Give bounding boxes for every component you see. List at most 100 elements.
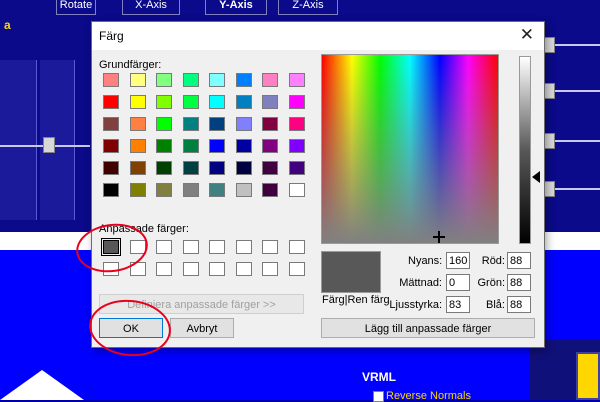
left-panel xyxy=(0,60,37,220)
dialog-title: Färg xyxy=(99,29,124,43)
basic-color-swatch[interactable] xyxy=(182,73,199,87)
basic-color-swatch[interactable] xyxy=(182,183,199,197)
custom-colors-label: Anpassade färger: xyxy=(99,223,189,235)
basic-color-swatch[interactable] xyxy=(262,161,278,175)
cancel-button[interactable]: Avbryt xyxy=(170,318,234,338)
basic-color-swatch[interactable] xyxy=(209,161,225,175)
y-axis-button[interactable]: Y-Axis xyxy=(205,0,267,15)
define-custom-colors-button[interactable]: Definiera anpassade färger >> xyxy=(99,294,304,314)
basic-color-swatch[interactable] xyxy=(103,117,119,131)
vrml-flag-icon xyxy=(576,352,600,400)
basic-color-swatch[interactable] xyxy=(156,183,172,197)
basic-color-swatch[interactable] xyxy=(235,161,252,175)
basic-color-swatch[interactable] xyxy=(262,117,278,131)
basic-color-swatch[interactable] xyxy=(288,161,305,175)
basic-color-swatch[interactable] xyxy=(182,139,199,153)
basic-color-swatch[interactable] xyxy=(156,139,172,153)
basic-color-swatch[interactable] xyxy=(262,183,278,197)
red-field[interactable]: 88 xyxy=(507,252,531,269)
basic-color-swatch[interactable] xyxy=(129,183,146,197)
custom-color-slot[interactable] xyxy=(235,240,252,254)
rotate-button[interactable]: Rotate xyxy=(56,0,96,15)
basic-color-swatch[interactable] xyxy=(262,139,278,153)
custom-color-slot[interactable] xyxy=(156,240,172,254)
custom-color-slot[interactable] xyxy=(262,262,278,276)
hue-label: Nyans: xyxy=(408,255,443,267)
custom-color-slot[interactable] xyxy=(209,262,225,276)
add-custom-colors-button[interactable]: Lägg till anpassade färger xyxy=(321,318,535,338)
basic-color-swatch[interactable] xyxy=(209,139,225,153)
basic-color-swatch[interactable] xyxy=(182,95,199,109)
green-label: Grön: xyxy=(477,277,505,289)
luminance-bar[interactable] xyxy=(519,56,531,244)
saturation-label: Mättnad: xyxy=(399,277,442,289)
blue-field[interactable]: 88 xyxy=(507,296,531,313)
custom-color-slot[interactable] xyxy=(288,262,305,276)
basic-color-swatch[interactable] xyxy=(103,161,119,175)
basic-colors-label: Grundfärger: xyxy=(99,59,162,71)
custom-color-slot[interactable] xyxy=(209,240,225,254)
custom-color-slot[interactable] xyxy=(235,262,252,276)
custom-color-slot[interactable] xyxy=(101,238,121,256)
basic-color-swatch[interactable] xyxy=(262,73,278,87)
custom-color-slot[interactable] xyxy=(288,240,305,254)
basic-color-swatch[interactable] xyxy=(288,95,305,109)
close-icon[interactable]: ✕ xyxy=(520,25,534,45)
left-slider-handle[interactable] xyxy=(43,137,55,153)
basic-color-swatch[interactable] xyxy=(288,117,305,131)
blue-label: Blå: xyxy=(486,299,505,311)
hue-field[interactable]: 160 xyxy=(446,252,470,269)
basic-color-swatch[interactable] xyxy=(103,139,119,153)
basic-color-swatch[interactable] xyxy=(209,183,225,197)
custom-color-slot[interactable] xyxy=(129,240,146,254)
basic-color-swatch[interactable] xyxy=(103,95,119,109)
basic-color-swatch[interactable] xyxy=(156,161,172,175)
basic-color-swatch[interactable] xyxy=(129,73,146,87)
custom-color-slot[interactable] xyxy=(129,262,146,276)
basic-color-swatch[interactable] xyxy=(235,117,252,131)
basic-color-swatch[interactable] xyxy=(288,139,305,153)
basic-color-swatch[interactable] xyxy=(129,161,146,175)
z-axis-button[interactable]: Z-Axis xyxy=(278,0,338,15)
crosshair-icon[interactable] xyxy=(433,231,445,243)
basic-color-swatch[interactable] xyxy=(156,117,172,131)
basic-color-swatch[interactable] xyxy=(156,95,172,109)
basic-color-swatch[interactable] xyxy=(235,73,252,87)
viewport-shape xyxy=(0,370,84,400)
color-spectrum[interactable] xyxy=(321,54,499,244)
basic-color-swatch[interactable] xyxy=(103,73,119,87)
custom-color-slot[interactable] xyxy=(182,240,199,254)
basic-color-swatch[interactable] xyxy=(288,183,305,197)
red-label: Röd: xyxy=(481,255,505,267)
basic-color-swatch[interactable] xyxy=(129,139,146,153)
basic-color-swatch[interactable] xyxy=(235,139,252,153)
dialog-titlebar[interactable]: Färg ✕ xyxy=(92,22,544,50)
basic-color-swatch[interactable] xyxy=(182,117,199,131)
saturation-field[interactable]: 0 xyxy=(446,274,470,291)
custom-color-slot[interactable] xyxy=(182,262,199,276)
reverse-normals-checkbox[interactable] xyxy=(373,391,384,402)
basic-color-swatch[interactable] xyxy=(209,117,225,131)
basic-color-swatch[interactable] xyxy=(235,183,252,197)
basic-color-swatch[interactable] xyxy=(288,73,305,87)
basic-color-swatch[interactable] xyxy=(103,183,119,197)
green-field[interactable]: 88 xyxy=(507,274,531,291)
basic-color-swatch[interactable] xyxy=(156,73,172,87)
basic-color-swatch[interactable] xyxy=(129,117,146,131)
color-dialog: Färg ✕ Grundfärger: Anpassade färger: De… xyxy=(91,21,545,348)
luminance-field[interactable]: 83 xyxy=(446,296,470,313)
basic-color-swatch[interactable] xyxy=(209,73,225,87)
custom-color-slot[interactable] xyxy=(262,240,278,254)
vrml-heading: VRML xyxy=(362,370,396,384)
x-axis-button[interactable]: X-Axis xyxy=(122,0,180,15)
custom-color-slot[interactable] xyxy=(156,262,172,276)
luminance-arrow-icon[interactable] xyxy=(532,171,540,183)
basic-color-swatch[interactable] xyxy=(235,95,252,109)
preview-label: Färg|Ren färg xyxy=(322,294,390,306)
basic-color-swatch[interactable] xyxy=(209,95,225,109)
basic-color-swatch[interactable] xyxy=(129,95,146,109)
basic-color-swatch[interactable] xyxy=(262,95,278,109)
basic-color-swatch[interactable] xyxy=(182,161,199,175)
ok-button[interactable]: OK xyxy=(99,318,163,338)
custom-color-slot[interactable] xyxy=(103,262,119,276)
